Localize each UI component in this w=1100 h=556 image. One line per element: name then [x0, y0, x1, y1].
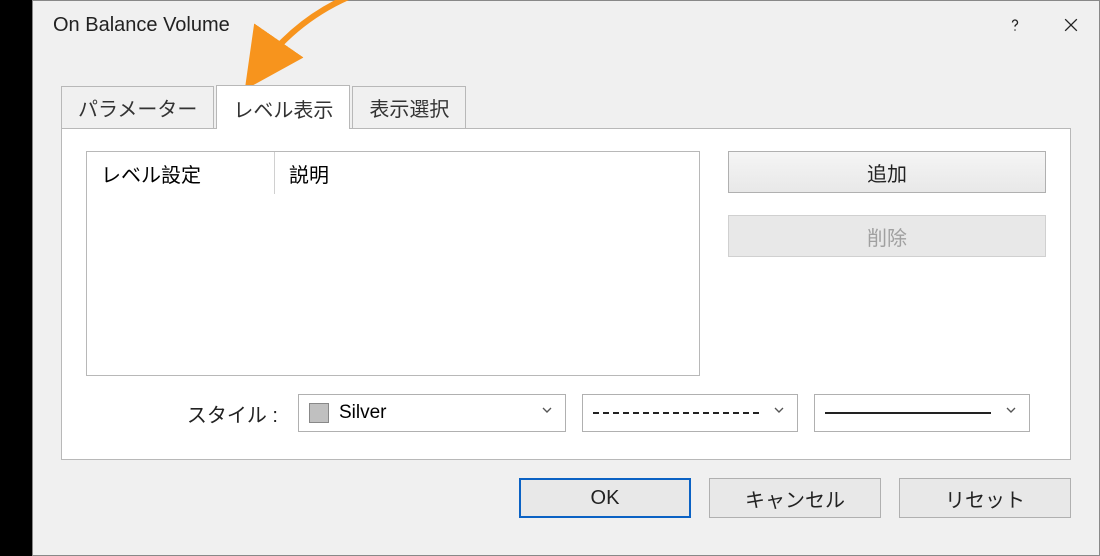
add-button[interactable]: 追加	[728, 151, 1046, 193]
delete-button: 削除	[728, 215, 1046, 257]
level-col-header-desc: 説明	[275, 152, 699, 194]
tab-label: レベル表示	[233, 100, 333, 122]
color-combo[interactable]: Silver	[298, 394, 566, 432]
dialog-window: On Balance Volume パラメーター	[32, 0, 1100, 556]
side-buttons: 追加 削除	[728, 151, 1046, 257]
level-table[interactable]: レベル設定 説明	[86, 151, 700, 376]
style-label: スタイル :	[86, 399, 282, 428]
button-label: OK	[591, 487, 620, 510]
style-row: スタイル : Silver	[86, 394, 1046, 432]
dialog-footer: OK キャンセル リセット	[33, 460, 1099, 518]
button-label: 追加	[867, 158, 907, 187]
cancel-button[interactable]: キャンセル	[709, 478, 881, 518]
button-label: リセット	[945, 484, 1025, 513]
tab-levels[interactable]: レベル表示	[216, 85, 350, 129]
reset-button[interactable]: リセット	[899, 478, 1071, 518]
level-table-header: レベル設定 説明	[87, 152, 699, 194]
window-title: On Balance Volume	[53, 14, 230, 37]
color-swatch	[309, 403, 329, 423]
button-label: 削除	[867, 222, 907, 251]
chevron-down-icon	[1003, 402, 1019, 424]
color-name: Silver	[339, 402, 387, 424]
chevron-down-icon	[771, 402, 787, 424]
tab-strip: パラメーター レベル表示 表示選択	[33, 85, 1099, 128]
level-col-header-level: レベル設定	[87, 152, 275, 194]
tab-parameters[interactable]: パラメーター	[61, 86, 214, 128]
panel-row: レベル設定 説明 追加 削除	[86, 151, 1046, 376]
button-label: キャンセル	[745, 484, 845, 513]
close-icon[interactable]	[1043, 1, 1099, 49]
line-style-combo[interactable]	[582, 394, 798, 432]
title-bar: On Balance Volume	[33, 1, 1099, 49]
solid-line-icon	[825, 412, 991, 414]
tab-label: 表示選択	[369, 99, 449, 121]
ok-button[interactable]: OK	[519, 478, 691, 518]
line-width-combo[interactable]	[814, 394, 1030, 432]
help-icon[interactable]	[987, 1, 1043, 49]
tab-display-select[interactable]: 表示選択	[352, 86, 466, 128]
chevron-down-icon	[539, 402, 555, 424]
tab-label: パラメーター	[78, 99, 197, 121]
tab-panel-levels: レベル設定 説明 追加 削除 スタイル : Silver	[61, 128, 1071, 460]
dashed-line-icon	[593, 412, 759, 414]
